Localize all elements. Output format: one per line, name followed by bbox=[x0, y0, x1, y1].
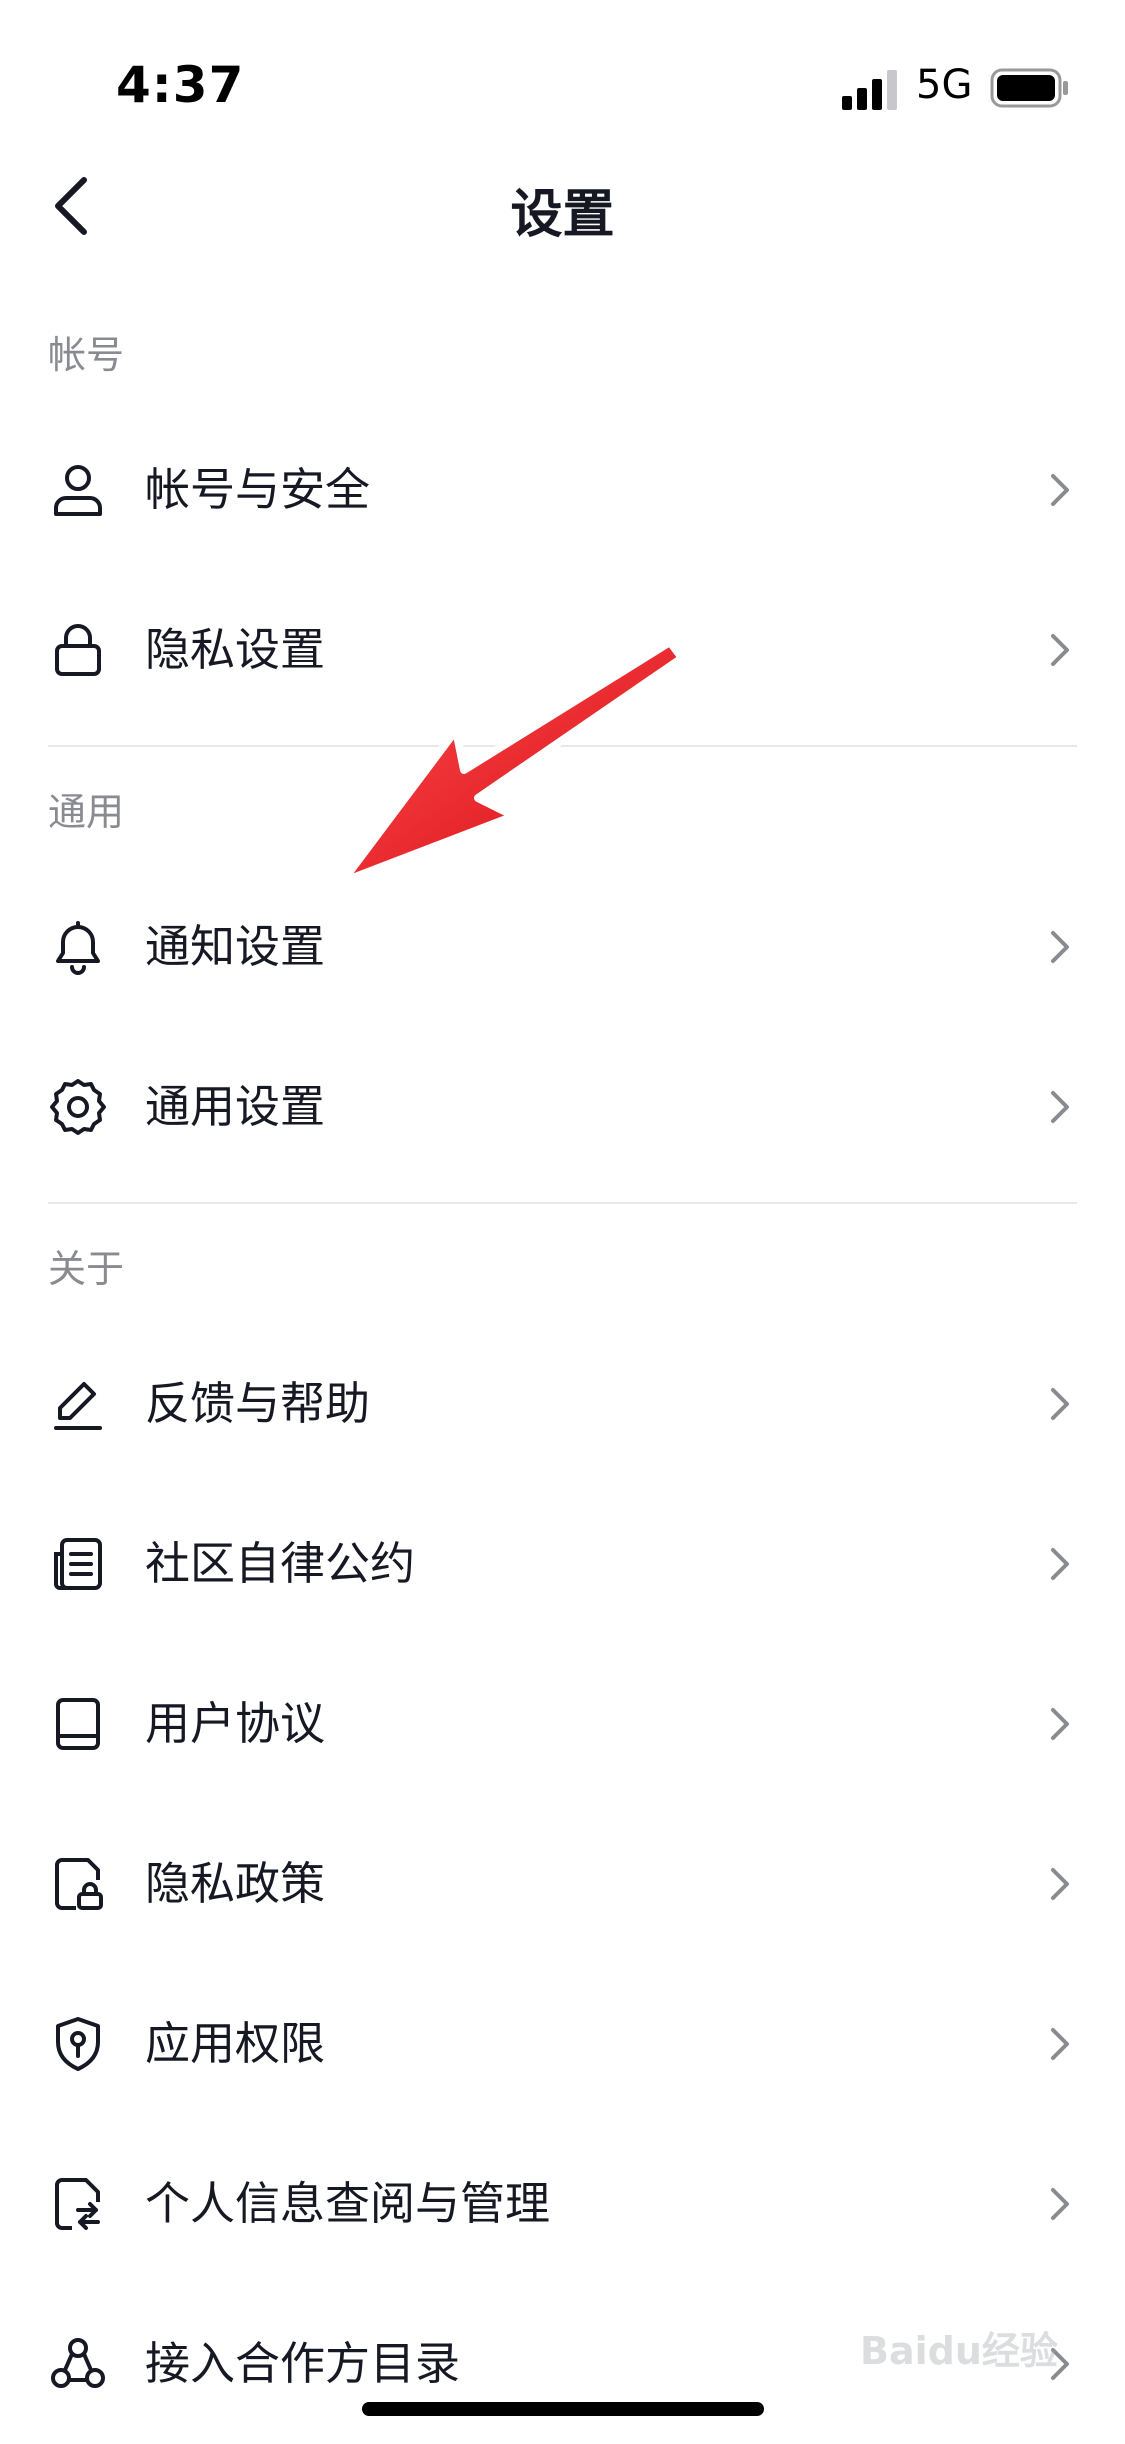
settings-item-label: 通知设置 bbox=[145, 920, 326, 973]
settings-item-user-agreement[interactable]: 用户协议 bbox=[0, 1644, 1125, 1804]
settings-item-label: 用户协议 bbox=[145, 1697, 326, 1750]
signal-icon bbox=[842, 70, 897, 110]
status-bar: 4:37 5G bbox=[0, 0, 1125, 160]
settings-item-label: 接入合作方目录 bbox=[145, 2337, 461, 2390]
chevron-right-icon bbox=[1051, 1708, 1069, 1740]
status-time: 4:37 bbox=[116, 56, 245, 114]
partners-icon bbox=[51, 2338, 105, 2388]
document-icon bbox=[54, 1538, 102, 1590]
chevron-right-icon bbox=[1051, 1388, 1069, 1420]
home-indicator[interactable] bbox=[362, 2402, 764, 2416]
battery-icon bbox=[990, 68, 1068, 108]
network-label: 5G bbox=[916, 62, 973, 108]
baidu-watermark: Baidu经验 bbox=[860, 2329, 1058, 2373]
chevron-right-icon bbox=[1051, 474, 1069, 506]
settings-item-label: 社区自律公约 bbox=[145, 1537, 416, 1590]
settings-item-notification-settings[interactable]: 通知设置 bbox=[0, 867, 1125, 1027]
chevron-right-icon bbox=[1051, 1091, 1069, 1123]
settings-item-privacy-policy[interactable]: 隐私政策 bbox=[0, 1804, 1125, 1964]
settings-item-label: 通用设置 bbox=[145, 1080, 326, 1133]
shield-icon bbox=[56, 2017, 100, 2071]
settings-item-label: 帐号与安全 bbox=[145, 463, 371, 516]
settings-item-community-guidelines[interactable]: 社区自律公约 bbox=[0, 1484, 1125, 1644]
chevron-right-icon bbox=[1051, 2028, 1069, 2060]
person-icon bbox=[54, 465, 102, 516]
chevron-right-icon bbox=[1051, 931, 1069, 963]
chevron-right-icon bbox=[1051, 1548, 1069, 1580]
settings-item-general-settings[interactable]: 通用设置 bbox=[0, 1027, 1125, 1187]
settings-item-label: 反馈与帮助 bbox=[145, 1377, 371, 1430]
lock-icon bbox=[55, 624, 101, 676]
file-lock-icon bbox=[55, 1858, 103, 1910]
settings-list: 帐号 帐号与安全 隐私设置 通用 通知设置 通用设置 关于 反馈与帮助 社区自律… bbox=[0, 290, 1125, 2444]
section-header-account: 帐号 bbox=[48, 333, 125, 377]
pencil-icon bbox=[54, 1382, 102, 1430]
page-title: 设置 bbox=[510, 185, 615, 245]
settings-item-label: 隐私设置 bbox=[145, 623, 326, 676]
settings-item-account-security[interactable]: 帐号与安全 bbox=[0, 410, 1125, 570]
book-icon bbox=[56, 1698, 100, 1750]
section-header-general: 通用 bbox=[48, 790, 125, 834]
file-swap-icon bbox=[55, 2178, 100, 2230]
section-header-about: 关于 bbox=[48, 1247, 125, 1291]
chevron-right-icon bbox=[1051, 2188, 1069, 2220]
bell-icon bbox=[56, 921, 100, 975]
gear-icon bbox=[50, 1079, 106, 1135]
navigation-bar: 设置 bbox=[0, 150, 1125, 260]
settings-item-app-permissions[interactable]: 应用权限 bbox=[0, 1964, 1125, 2124]
settings-item-label: 隐私政策 bbox=[145, 1857, 326, 1910]
settings-item-personal-info[interactable]: 个人信息查阅与管理 bbox=[0, 2124, 1125, 2284]
settings-item-privacy-settings[interactable]: 隐私设置 bbox=[0, 570, 1125, 730]
settings-item-feedback-help[interactable]: 反馈与帮助 bbox=[0, 1324, 1125, 1484]
chevron-right-icon bbox=[1051, 1868, 1069, 1900]
settings-item-label: 应用权限 bbox=[145, 2017, 326, 2070]
chevron-right-icon bbox=[1051, 634, 1069, 666]
settings-item-label: 个人信息查阅与管理 bbox=[145, 2177, 551, 2230]
